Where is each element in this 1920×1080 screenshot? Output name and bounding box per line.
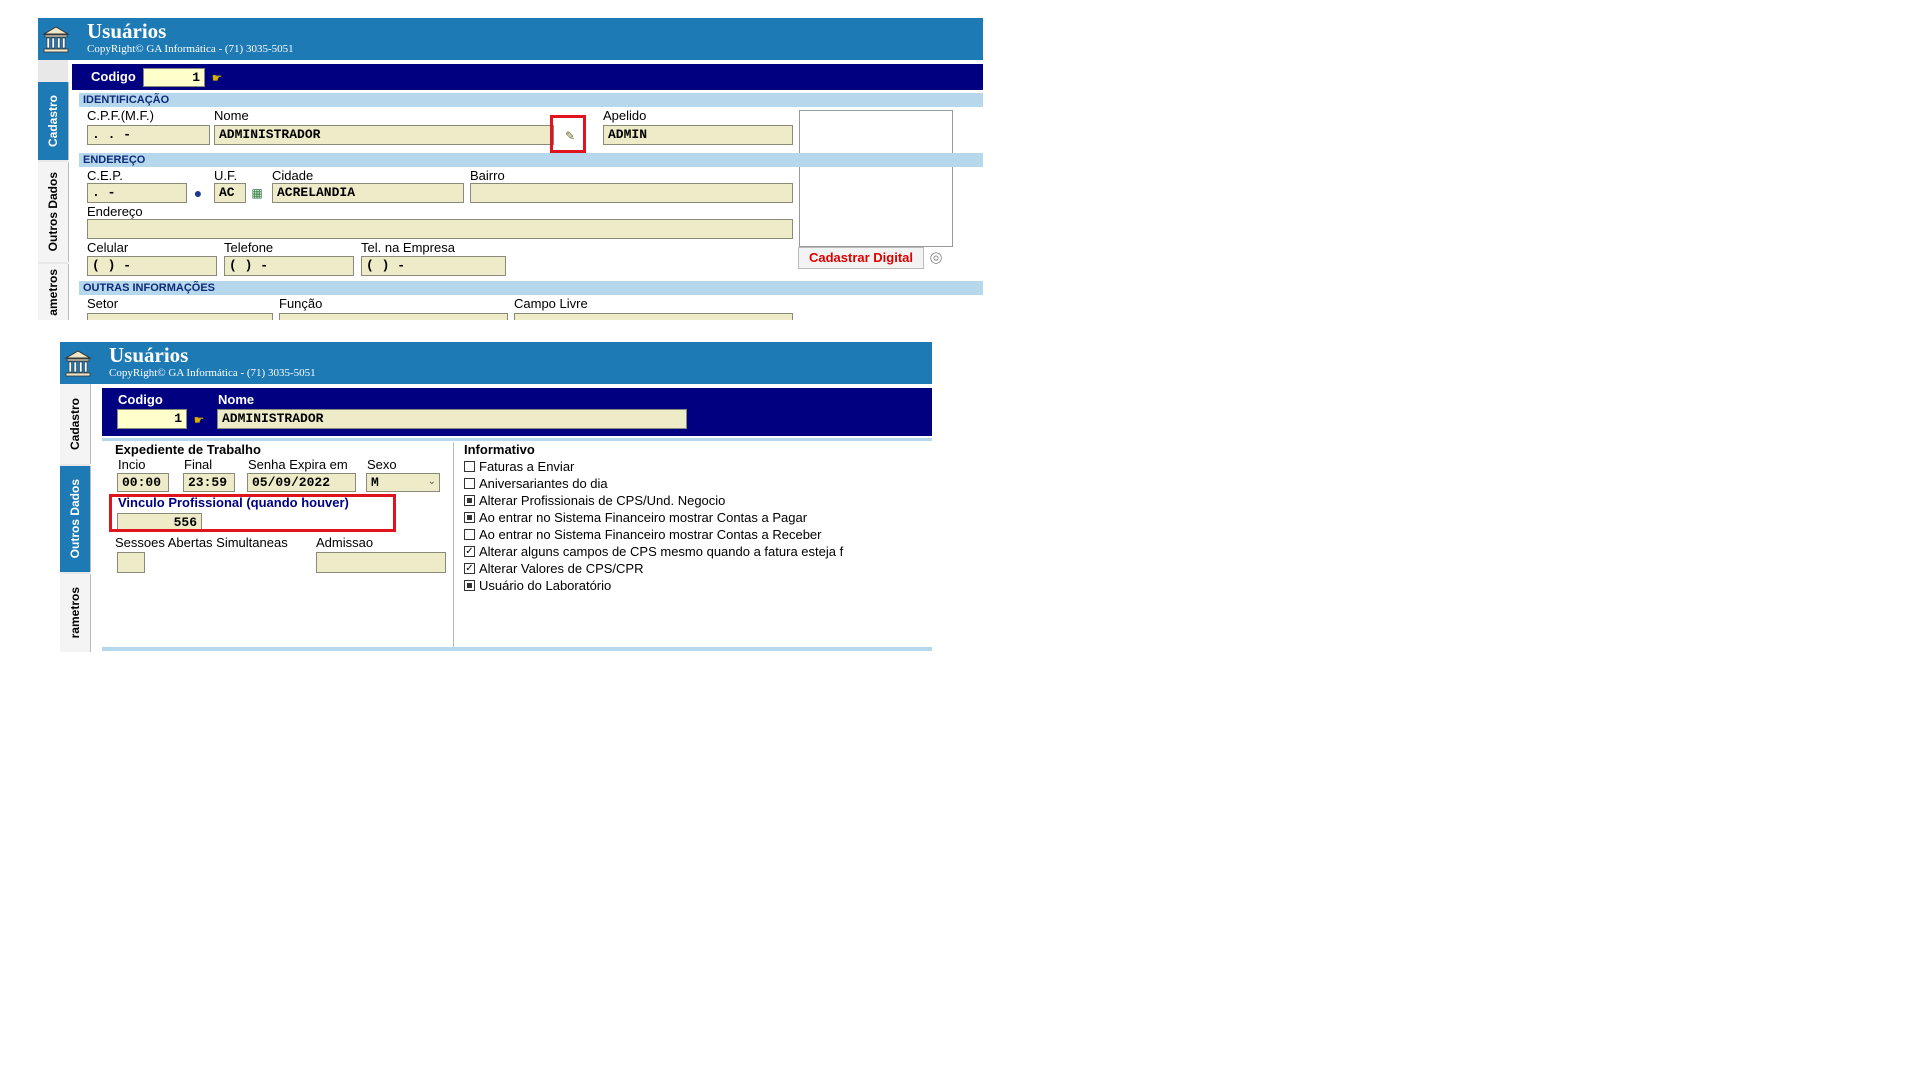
bairro-field[interactable] [470,183,793,203]
checkbox-row[interactable]: Ao entrar no Sistema Financeiro mostrar … [464,509,807,525]
pointing-hand-icon[interactable]: ☛ [191,412,207,428]
checkbox[interactable] [464,477,475,489]
checkbox-row[interactable]: Ao entrar no Sistema Financeiro mostrar … [464,526,822,542]
column-separator [453,442,454,647]
bottom-divider [102,647,932,651]
nome-label: Nome [218,392,255,407]
top-divider [102,438,932,441]
checkbox-row[interactable]: Aniversariantes do dia [464,475,608,491]
section-outras-informacoes: OUTRAS INFORMAÇÕES [79,281,983,295]
checkbox-row[interactable]: Usuário do Laboratório [464,577,611,593]
cidade-field[interactable]: ACRELANDIA [272,183,464,203]
final-label: Final [184,457,213,472]
highlight-edit-icon [550,115,586,153]
globe-icon[interactable]: ● [190,185,206,201]
photo-box [799,110,953,247]
informativo-title: Informativo [464,442,535,457]
section-endereco: ENDEREÇO [79,153,983,167]
checkbox-row[interactable]: Alterar Profissionais de CPS/Und. Negoci… [464,492,725,508]
informativo-list: Faturas a Enviar Aniversariantes do dia … [464,458,924,598]
campo-livre-field[interactable] [514,313,793,320]
codigo-input[interactable]: 1 [117,409,187,429]
senha-expira-field[interactable]: 05/09/2022 [247,473,356,492]
sexo-label: Sexo [367,457,397,472]
sessoes-label: Sessoes Abertas Simultaneas [115,535,288,550]
checkbox[interactable] [464,579,475,591]
window-header: Usuários CopyRight© GA Informática - (71… [60,342,932,384]
uf-field[interactable]: AC [214,183,246,203]
sexo-select[interactable]: M ⌄ [366,473,440,492]
codigo-label: Codigo [118,392,163,407]
inicio-label: Incio [118,457,146,472]
nome-field[interactable]: ADMINISTRADOR [214,125,554,145]
endereco-label: Endereço [87,204,143,219]
checkbox-row[interactable]: Faturas a Enviar [464,458,574,474]
window-title: Usuários [87,19,167,43]
copyright-text: CopyRight© GA Informática - (71) 3035-50… [109,367,316,379]
tab-outros-dados[interactable]: Outros Dados [60,466,91,572]
cep-label: C.E.P. [87,168,123,183]
section-identificacao: IDENTIFICAÇÃO [79,93,983,107]
sessoes-field[interactable] [117,552,145,573]
final-field[interactable]: 23:59 [183,473,235,492]
cep-field[interactable]: . - [87,183,187,203]
highlight-vinculo [109,494,396,532]
apelido-field[interactable]: ADMIN [603,125,793,145]
panel-cadastro: Usuários CopyRight© GA Informática - (71… [38,18,983,320]
codigo-input[interactable]: 1 [143,68,205,87]
checkbox[interactable] [464,511,475,523]
checkbox[interactable] [464,460,475,472]
checkbox[interactable]: ✓ [464,562,475,574]
checkbox[interactable] [464,494,475,506]
funcao-field[interactable] [279,313,508,320]
admissao-field[interactable] [316,552,446,573]
panel-outros-dados: Usuários CopyRight© GA Informática - (71… [60,342,932,652]
telefone-label: Telefone [224,240,274,255]
setor-field[interactable] [87,313,273,320]
nome-label: Nome [214,108,249,123]
celular-field[interactable]: ( ) - [87,256,217,276]
bairro-label: Bairro [470,168,505,183]
checkbox[interactable]: ✓ [464,545,475,557]
vertical-tab-strip: Cadastro Outros Dados rametros [60,384,91,652]
pointing-hand-icon[interactable]: ☛ [209,70,225,86]
tel-empresa-label: Tel. na Empresa [361,240,455,255]
uf-label: U.F. [214,168,238,183]
building-logo-icon [42,26,70,53]
tab-cadastro[interactable]: Cadastro [38,82,69,160]
checkbox-row[interactable]: ✓ Alterar Valores de CPS/CPR [464,560,644,576]
building-logo-icon [64,350,92,377]
tab-cadastro[interactable]: Cadastro [60,384,91,464]
copyright-text: CopyRight© GA Informática - (71) 3035-50… [87,43,294,55]
telefone-field[interactable]: ( ) - [224,256,354,276]
apelido-label: Apelido [603,108,647,123]
codigo-label: Codigo [91,69,136,84]
checkbox[interactable] [464,528,475,540]
tab-parametros[interactable]: rametros [60,574,91,652]
vertical-tab-strip: Cadastro Outros Dados ametros [38,60,69,320]
endereco-field[interactable] [87,219,793,239]
window-header: Usuários CopyRight© GA Informática - (71… [38,18,983,60]
tab-outros-dados[interactable]: Outros Dados [38,162,69,262]
senha-expira-label: Senha Expira em [248,457,348,472]
window-title: Usuários [109,343,189,367]
cidade-label: Cidade [272,168,314,183]
admissao-label: Admissao [316,535,374,550]
checkbox-row[interactable]: ✓ Alterar alguns campos de CPS mesmo quan… [464,543,843,559]
campo-livre-label: Campo Livre [514,296,588,311]
inicio-field[interactable]: 00:00 [117,473,169,492]
cadastrar-digital-button[interactable]: Cadastrar Digital [798,247,924,269]
expediente-title: Expediente de Trabalho [115,442,261,457]
map-search-icon[interactable]: ▦ [248,184,266,202]
cpf-label: C.P.F.(M.F.) [87,108,154,123]
celular-label: Celular [87,240,129,255]
tab-parametros[interactable]: ametros [38,264,69,320]
nome-field[interactable]: ADMINISTRADOR [217,409,687,429]
tel-empresa-field[interactable]: ( ) - [361,256,506,276]
chevron-down-icon: ⌄ [427,476,436,487]
cpf-field[interactable]: . . - [87,125,210,145]
setor-label: Setor [87,296,119,311]
fingerprint-icon[interactable]: ◎ [927,248,945,266]
funcao-label: Função [279,296,323,311]
